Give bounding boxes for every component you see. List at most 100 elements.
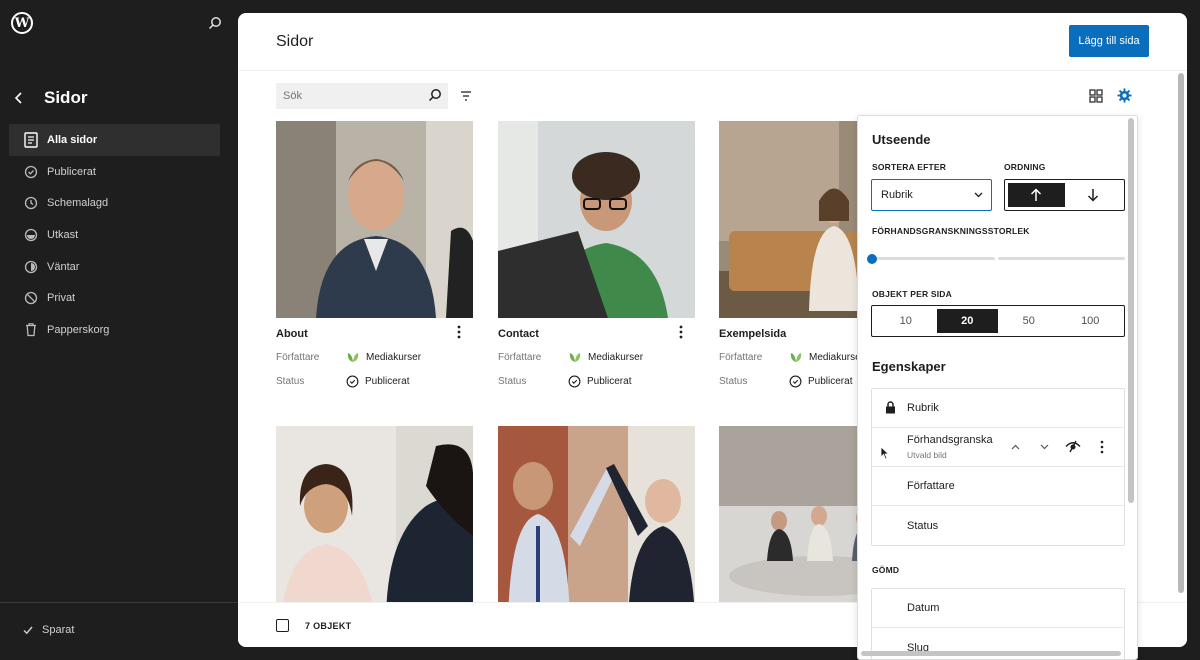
main-scrollbar[interactable]: [1177, 71, 1185, 602]
sidebar-item-label: Väntar: [47, 260, 80, 273]
appearance-heading: Utseende: [872, 132, 931, 147]
sort-by-select[interactable]: Rubrik: [871, 179, 992, 211]
status-value: Publicerat: [365, 376, 410, 387]
page-card[interactable]: [276, 426, 473, 623]
status-row: Status Publicerat: [498, 375, 695, 388]
checkmark-icon: [23, 626, 33, 635]
sidebar-item-published[interactable]: Publicerat: [9, 156, 220, 188]
property-preview[interactable]: Förhandsgranska Utvald bild: [872, 428, 1124, 467]
property-date[interactable]: Datum: [872, 589, 1124, 628]
preview-size-slider[interactable]: [867, 253, 1125, 264]
more-actions-icon[interactable]: [457, 325, 461, 344]
author-label: Författare: [719, 351, 763, 363]
more-actions-icon[interactable]: [679, 325, 683, 344]
more-options-icon[interactable]: [1100, 440, 1104, 454]
slider-handle[interactable]: [867, 253, 877, 264]
featured-image[interactable]: [498, 121, 695, 318]
pending-icon: [24, 260, 38, 273]
status-label: Status: [719, 376, 748, 387]
search-input[interactable]: Sök: [276, 83, 448, 109]
sidebar-item-label: Utkast: [47, 228, 79, 241]
author-label: Författare: [498, 351, 542, 363]
property-label: Förhandsgranska: [907, 434, 993, 446]
sort-by-label: SORTERA EFTER: [872, 162, 947, 172]
card-title[interactable]: About: [276, 328, 308, 340]
per-page-option[interactable]: 100: [1060, 309, 1122, 333]
featured-image[interactable]: [498, 426, 695, 623]
wordpress-logo-icon[interactable]: W: [11, 12, 33, 34]
saved-label: Sparat: [42, 624, 75, 636]
descending-button[interactable]: [1065, 183, 1122, 207]
arrow-down-icon: [1087, 189, 1098, 202]
status-value: Publicerat: [808, 376, 853, 387]
author-avatar-icon: [347, 353, 359, 362]
per-page-option-selected[interactable]: 20: [936, 309, 998, 333]
author-row: Författare Mediakurser: [276, 351, 473, 363]
panel-horizontal-scrollbar[interactable]: [861, 651, 1121, 656]
sort-by-value: Rubrik: [881, 189, 913, 201]
published-icon: [568, 375, 581, 388]
ascending-button[interactable]: [1008, 183, 1065, 207]
sidebar-item-scheduled[interactable]: Schemalagd: [9, 187, 220, 219]
scheduled-icon: [24, 197, 38, 210]
author-name: Mediakurser: [588, 351, 644, 363]
property-status[interactable]: Status: [872, 506, 1124, 545]
per-page-option[interactable]: 10: [875, 309, 937, 333]
items-per-page-group: 10 20 50 100: [871, 305, 1125, 337]
featured-image[interactable]: [276, 121, 473, 318]
pages-icon: [24, 132, 38, 148]
page-card[interactable]: [498, 426, 695, 623]
main-header: Sidor Lägg till sida: [238, 13, 1187, 71]
author-avatar-icon: [790, 353, 802, 362]
property-label: Status: [907, 519, 939, 532]
sidebar-item-private[interactable]: Privat: [9, 282, 220, 314]
hidden-label: GÖMD: [872, 565, 900, 575]
page-card-contact[interactable]: Contact Författare Mediakurser Status Pu…: [498, 121, 695, 388]
hide-visibility-icon[interactable]: [1065, 440, 1081, 453]
sidebar-item-draft[interactable]: Utkast: [9, 219, 220, 251]
search-icon[interactable]: [208, 16, 222, 35]
select-all-checkbox[interactable]: [276, 619, 289, 632]
sidebar-item-all-pages[interactable]: Alla sidor: [9, 124, 220, 156]
private-icon: [24, 292, 38, 305]
sidebar-item-trash[interactable]: Papperskorg: [9, 314, 220, 346]
properties-heading: Egenskaper: [872, 359, 946, 374]
sidebar-title: Sidor: [44, 88, 88, 107]
sidebar-item-pending[interactable]: Väntar: [9, 251, 220, 283]
draft-icon: [24, 228, 38, 242]
view-options-gear-icon[interactable]: [1117, 88, 1132, 108]
property-author[interactable]: Författare: [872, 467, 1124, 506]
author-name: Mediakurser: [809, 351, 865, 363]
published-icon: [346, 375, 359, 388]
chevron-down-icon: [974, 192, 983, 198]
sidebar-item-label: Alla sidor: [47, 133, 98, 146]
property-title[interactable]: Rubrik: [872, 389, 1124, 428]
card-title[interactable]: Exempelsida: [719, 328, 786, 340]
chevron-up-icon[interactable]: [1011, 444, 1020, 450]
sidebar-divider: [0, 602, 238, 603]
featured-image[interactable]: [276, 426, 473, 623]
panel-scrollbar[interactable]: [1128, 118, 1134, 503]
preview-size-label: FÖRHANDSGRANSKNINGSSTORLEK: [872, 226, 1030, 236]
item-count: 7 OBJEKT: [305, 621, 352, 631]
hidden-properties-list: Datum Slug: [871, 588, 1125, 659]
filter-icon[interactable]: [460, 89, 472, 107]
card-title[interactable]: Contact: [498, 328, 539, 340]
items-per-page-label: OBJEKT PER SIDA: [872, 289, 952, 299]
sidebar: W Sidor Alla sidor Publicerat Schemalagd…: [0, 0, 238, 660]
back-icon[interactable]: [14, 88, 30, 108]
chevron-down-icon[interactable]: [1040, 444, 1049, 450]
per-page-option[interactable]: 50: [998, 309, 1060, 333]
published-icon: [789, 375, 802, 388]
add-page-button[interactable]: Lägg till sida: [1069, 25, 1149, 57]
search-placeholder: Sök: [283, 90, 302, 102]
page-card-about[interactable]: About Författare Mediakurser Status Publ…: [276, 121, 473, 388]
search-icon: [428, 89, 441, 102]
sidebar-header: Sidor: [14, 88, 87, 108]
status-label: Status: [276, 376, 305, 387]
order-label: ORDNING: [1004, 162, 1046, 172]
grid-view-icon[interactable]: [1089, 89, 1103, 108]
sidebar-item-label: Privat: [47, 292, 76, 305]
published-icon: [24, 165, 38, 178]
page-title: Sidor: [276, 33, 314, 50]
